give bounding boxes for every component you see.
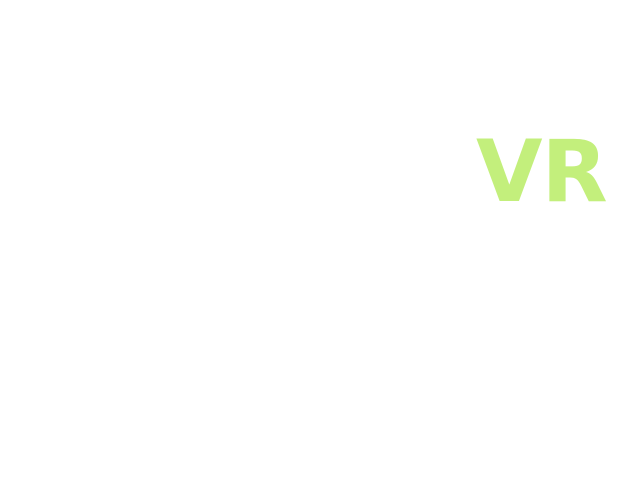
vr-logo-text: VR (476, 122, 608, 222)
page-canvas: VR (0, 0, 630, 478)
